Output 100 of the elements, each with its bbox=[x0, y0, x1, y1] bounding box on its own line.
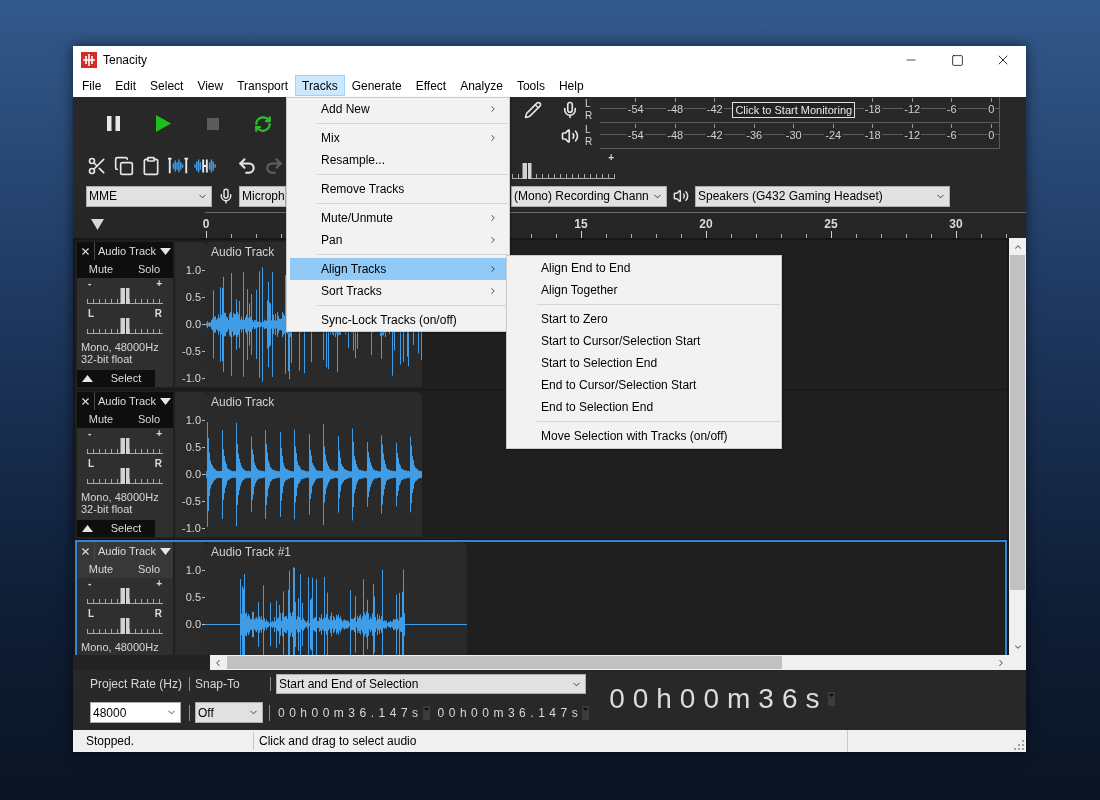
scrollbar-thumb[interactable] bbox=[1010, 255, 1025, 590]
snap-to-dropdown[interactable]: Off bbox=[195, 702, 263, 723]
track-format-text: 32-bit float bbox=[81, 503, 134, 515]
caret-down-icon bbox=[160, 547, 171, 555]
menu-item[interactable]: Resample... bbox=[290, 149, 506, 171]
select-track-button[interactable]: Select bbox=[97, 520, 155, 537]
menubar-item[interactable]: Tools bbox=[509, 75, 552, 96]
mute-button[interactable]: Mute bbox=[77, 560, 125, 578]
menu-item[interactable]: Start to Cursor/Selection Start bbox=[510, 330, 778, 352]
app-logo-icon bbox=[81, 52, 97, 68]
microphone-icon bbox=[218, 187, 234, 205]
amplitude-label: 0.5 bbox=[185, 291, 201, 303]
horizontal-scrollbar[interactable] bbox=[210, 655, 1026, 670]
solo-button[interactable]: Solo bbox=[125, 410, 173, 428]
menubar-item[interactable]: Generate bbox=[344, 75, 409, 96]
menu-item[interactable]: Remove Tracks bbox=[290, 178, 506, 200]
selection-format-dropdown[interactable]: Start and End of Selection bbox=[276, 674, 586, 694]
slider-thumb[interactable] bbox=[120, 468, 130, 484]
meter-scale-label: -42 bbox=[705, 129, 724, 142]
slider-thumb[interactable] bbox=[120, 618, 130, 634]
menu-item[interactable]: Mute/Unmute bbox=[290, 207, 506, 229]
meter-scale-label: -12 bbox=[903, 129, 922, 142]
playback-device-dropdown[interactable]: Speakers (G432 Gaming Headset) bbox=[695, 185, 950, 207]
host-dropdown[interactable]: MME bbox=[86, 185, 212, 207]
slider-thumb[interactable] bbox=[120, 288, 130, 304]
menubar-item[interactable]: View bbox=[190, 75, 231, 96]
menubar-item[interactable]: Analyze bbox=[453, 75, 510, 96]
menubar-item[interactable]: Tracks bbox=[295, 75, 345, 96]
selection-end-time[interactable]: 00h00m36.147s bbox=[437, 703, 583, 722]
amplitude-label: -0.5 bbox=[182, 495, 201, 507]
menu-item[interactable]: Align End to End bbox=[510, 257, 778, 279]
gain-max-label: + bbox=[156, 428, 162, 439]
caret-down-icon bbox=[160, 397, 171, 405]
meter-scale-label: -18 bbox=[863, 103, 882, 116]
stop-icon bbox=[207, 117, 219, 130]
copy-button[interactable] bbox=[113, 154, 135, 178]
undo-icon bbox=[237, 156, 257, 176]
channel-label: R bbox=[585, 136, 594, 148]
menubar-item[interactable]: Help bbox=[551, 75, 591, 96]
menu-item[interactable]: Move Selection with Tracks (on/off) bbox=[510, 425, 778, 447]
menu-item[interactable]: Sync-Lock Tracks (on/off) bbox=[290, 309, 506, 331]
amplitude-label: 1.0 bbox=[185, 564, 201, 576]
menubar-item[interactable]: File bbox=[75, 75, 109, 96]
meter-scale-label: -18 bbox=[863, 129, 882, 142]
mute-button[interactable]: Mute bbox=[77, 260, 125, 278]
menu-item[interactable]: End to Selection End bbox=[510, 396, 778, 418]
triangle-down-icon[interactable] bbox=[91, 218, 104, 230]
recording-device-dropdown[interactable]: Microph bbox=[239, 185, 286, 207]
mute-button[interactable]: Mute bbox=[77, 410, 125, 428]
vertical-scrollbar[interactable] bbox=[1009, 238, 1026, 655]
menu-item[interactable]: Align Tracks bbox=[290, 258, 506, 280]
scissors-icon bbox=[87, 156, 107, 176]
timeline-label: 30 bbox=[949, 217, 963, 231]
slider-thumb[interactable] bbox=[120, 318, 130, 334]
status-text: Stopped. bbox=[85, 733, 136, 750]
menubar-item[interactable]: Transport bbox=[230, 75, 296, 96]
resize-grip-icon[interactable] bbox=[1014, 740, 1024, 750]
scrollbar-thumb[interactable] bbox=[227, 656, 782, 669]
solo-button[interactable]: Solo bbox=[125, 260, 173, 278]
track-menu-button[interactable]: Audio Track bbox=[95, 542, 173, 560]
recording-channels-dropdown[interactable]: (Mono) Recording Chann bbox=[511, 185, 667, 207]
start-monitoring-button[interactable]: Click to Start Monitoring bbox=[732, 102, 856, 118]
meter-scale-label: 0 bbox=[987, 103, 996, 116]
solo-button[interactable]: Solo bbox=[125, 560, 173, 578]
slider-thumb[interactable] bbox=[522, 162, 532, 179]
track-menu-button[interactable]: Audio Track bbox=[95, 392, 173, 410]
menu-item[interactable]: Pan bbox=[290, 229, 506, 251]
menu-item[interactable]: Sort Tracks bbox=[290, 280, 506, 302]
project-rate-dropdown[interactable]: 48000 bbox=[90, 702, 181, 723]
menu-item[interactable]: Mix bbox=[290, 127, 506, 149]
slider-thumb[interactable] bbox=[120, 438, 130, 454]
meter-scale-label: -12 bbox=[903, 103, 922, 116]
amplitude-label: 0.5 bbox=[185, 591, 201, 603]
gain-min-label: - bbox=[88, 428, 92, 439]
loop-icon bbox=[254, 114, 272, 133]
menu-item[interactable]: Add New bbox=[290, 98, 506, 120]
menu-item[interactable]: End to Cursor/Selection Start bbox=[510, 374, 778, 396]
chevron-right-icon bbox=[996, 657, 1006, 668]
amplitude-label: 1.0 bbox=[185, 264, 201, 276]
track-menu-button[interactable]: Audio Track bbox=[95, 242, 173, 260]
channel-label: R bbox=[585, 110, 594, 122]
menubar-item[interactable]: Select bbox=[143, 75, 191, 96]
menubar-item[interactable]: Edit bbox=[108, 75, 144, 96]
meter-scale-label: -30 bbox=[784, 129, 803, 142]
meter-scale-label: -6 bbox=[945, 103, 958, 116]
amplitude-label: -1.0 bbox=[182, 522, 201, 534]
amplitude-label: 0.0 bbox=[185, 618, 201, 630]
draw-tool-button[interactable] bbox=[522, 99, 544, 121]
speaker-icon bbox=[673, 187, 689, 205]
select-track-button[interactable]: Select bbox=[97, 370, 155, 387]
menu-item[interactable]: Start to Zero bbox=[510, 308, 778, 330]
slider-thumb[interactable] bbox=[120, 588, 130, 604]
selection-start-time[interactable]: 00h00m36.147s bbox=[278, 703, 423, 722]
menubar-item[interactable]: Effect bbox=[408, 75, 454, 96]
close-icon bbox=[80, 395, 91, 407]
menu-item[interactable]: Start to Selection End bbox=[510, 352, 778, 374]
volume-max-label: + bbox=[608, 153, 614, 163]
audio-position-time[interactable]: 00h00m36s bbox=[609, 683, 828, 715]
clip-title: Audio Track bbox=[211, 394, 275, 411]
menu-item[interactable]: Align Together bbox=[510, 279, 778, 301]
